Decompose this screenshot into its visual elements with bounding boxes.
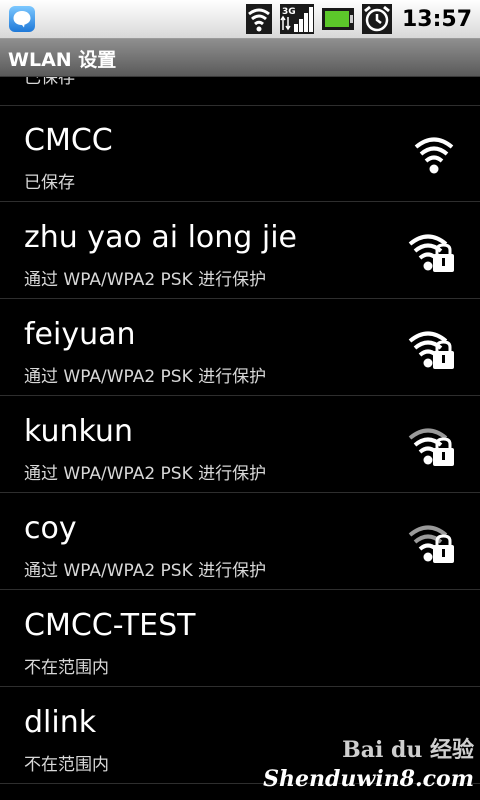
battery-icon — [321, 8, 354, 30]
watermark-site: Shenduwin8.com — [263, 766, 474, 792]
chat-bubble-icon — [9, 6, 35, 32]
network-ssid: CMCC — [24, 123, 113, 158]
title-bar: WLAN 设置 — [0, 39, 480, 77]
network-status: 通过 WPA/WPA2 PSK 进行保护 — [24, 270, 267, 290]
page-title: WLAN 设置 — [8, 49, 117, 71]
alarm-clock-icon — [361, 4, 392, 34]
wifi-network-item[interactable]: kunkun 通过 WPA/WPA2 PSK 进行保护 — [0, 396, 480, 493]
network-ssid: CMCC-TEST — [24, 608, 196, 643]
clock-time: 13:57 — [401, 6, 472, 32]
network-ssid: kunkun — [24, 414, 133, 449]
wifi-network-item[interactable]: coy 通过 WPA/WPA2 PSK 进行保护 — [0, 493, 480, 590]
status-bar: 3G 13:57 — [0, 0, 480, 39]
network-ssid: zhu yao ai long jie — [24, 220, 298, 255]
network-status: 通过 WPA/WPA2 PSK 进行保护 — [24, 561, 267, 581]
wifi-network-list[interactable]: 已保存 CMCC 已保存 zhu yao ai long jie 通过 WPA/… — [0, 77, 480, 800]
network-status: 不在范围内 — [24, 755, 109, 775]
network-status: 不在范围内 — [24, 658, 109, 678]
wifi-status-icon — [245, 4, 272, 34]
wifi-network-item[interactable]: CMCC-TEST 不在范围内 — [0, 590, 480, 687]
network-status: 通过 WPA/WPA2 PSK 进行保护 — [24, 464, 267, 484]
wifi-locked-icon — [408, 428, 454, 466]
network-status: 通过 WPA/WPA2 PSK 进行保护 — [24, 367, 267, 387]
list-item-partial[interactable]: 已保存 — [0, 77, 480, 106]
network-ssid: dlink — [24, 705, 97, 740]
svg-text:3G: 3G — [282, 7, 296, 17]
network-ssid: coy — [24, 511, 77, 546]
wifi-locked-icon — [408, 525, 454, 563]
notification-area[interactable] — [8, 5, 36, 33]
3g-signal-icon: 3G — [279, 4, 314, 34]
wifi-locked-icon — [408, 331, 454, 369]
wifi-network-item[interactable]: zhu yao ai long jie 通过 WPA/WPA2 PSK 进行保护 — [0, 202, 480, 299]
watermark-brand: Bai du 经验 — [342, 737, 474, 763]
wifi-network-item[interactable]: CMCC 已保存 — [0, 105, 480, 202]
watermark: Bai du 经验 Shenduwin8.com — [263, 732, 474, 792]
network-status: 已保存 — [24, 173, 75, 193]
network-ssid: feiyuan — [24, 317, 136, 352]
wifi-signal-icon — [414, 137, 454, 174]
status-icons: 3G 13:57 — [245, 3, 472, 35]
wifi-network-item[interactable]: feiyuan 通过 WPA/WPA2 PSK 进行保护 — [0, 299, 480, 396]
wifi-locked-icon — [408, 234, 454, 272]
network-status: 已保存 — [24, 77, 75, 88]
